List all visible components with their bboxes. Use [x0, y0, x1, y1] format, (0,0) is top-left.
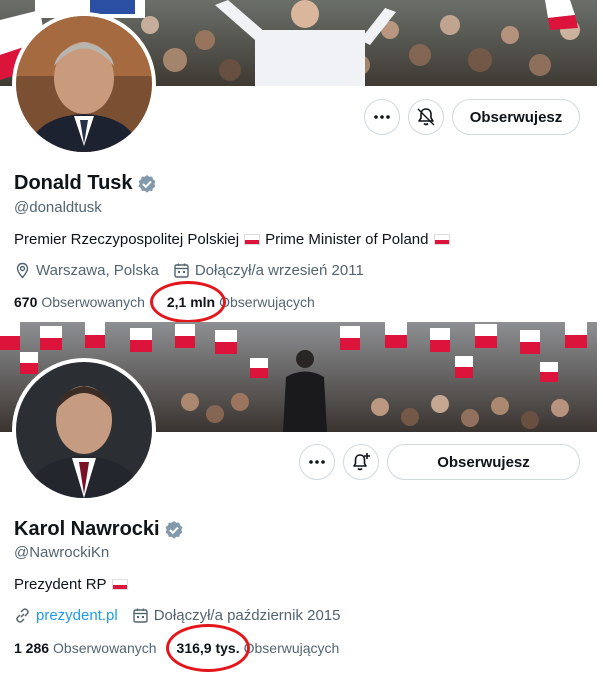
poland-flag-icon — [244, 234, 261, 245]
display-name-text: Karol Nawrocki — [14, 518, 160, 540]
following-count-link[interactable]: 1 286 Obserwowanych — [14, 640, 157, 656]
followers-label: Obserwujących — [219, 294, 315, 310]
following-button-label: Obserwujesz — [469, 108, 563, 126]
display-name-text: Donald Tusk — [14, 172, 133, 194]
following-count: 670 — [14, 294, 38, 310]
more-icon — [309, 460, 325, 464]
location-pin-icon — [16, 262, 29, 279]
following-count: 1 286 — [14, 640, 50, 656]
avatar-photo — [16, 362, 152, 498]
profile-card-nawrocki: Obserwujesz Karol Nawrocki @NawrockiKn P… — [0, 322, 603, 692]
user-handle: @NawrockiKn — [14, 544, 110, 561]
verified-badge-icon[interactable] — [137, 174, 157, 194]
right-edge-strip — [597, 0, 603, 692]
calendar-icon — [133, 608, 148, 623]
followers-count: 316,9 tys. — [176, 640, 240, 656]
display-name: Donald Tusk — [14, 172, 157, 195]
profile-meta: Warszawa, Polska Dołączył/a wrzesień 201… — [14, 262, 364, 279]
more-button[interactable] — [364, 99, 400, 135]
more-icon — [374, 115, 390, 119]
bell-plus-icon — [353, 453, 370, 471]
bio-text-en: Prime Minister of Poland — [265, 231, 429, 248]
followers-count-link[interactable]: 2,1 mln Obserwujących — [167, 294, 315, 310]
user-handle: @donaldtusk — [14, 199, 102, 216]
following-button[interactable]: Obserwujesz — [387, 444, 580, 480]
profile-meta: prezydent.pl Dołączył/a październik 2015 — [14, 607, 341, 624]
poland-flag-icon — [433, 234, 450, 245]
followers-label: Obserwujących — [243, 640, 340, 656]
joined-item: Dołączył/a październik 2015 — [132, 607, 341, 624]
following-button[interactable]: Obserwujesz — [452, 99, 580, 135]
more-button[interactable] — [299, 444, 335, 480]
followers-count-link[interactable]: 316,9 tys. Obserwujących — [177, 640, 340, 656]
follow-stats: 1 286 Obserwowanych 316,9 tys. Obserwują… — [14, 640, 339, 656]
following-count-link[interactable]: 670 Obserwowanych — [14, 294, 145, 310]
followers-count: 2,1 mln — [166, 294, 216, 310]
avatar[interactable] — [12, 358, 156, 502]
following-button-label: Obserwujesz — [437, 453, 530, 471]
bio: Prezydent RP — [14, 576, 128, 593]
following-label: Obserwowanych — [41, 294, 145, 310]
location-item: Warszawa, Polska — [14, 262, 159, 279]
bio-text: Prezydent RP — [14, 576, 107, 593]
location-text: Warszawa, Polska — [36, 262, 159, 279]
display-name: Karol Nawrocki — [14, 518, 184, 541]
notifications-button[interactable] — [343, 444, 379, 480]
joined-item: Dołączył/a wrzesień 2011 — [173, 262, 364, 279]
bell-icon — [417, 108, 435, 126]
website-item[interactable]: prezydent.pl — [14, 607, 118, 624]
joined-text: Dołączył/a wrzesień 2011 — [194, 262, 364, 279]
profile-card-tusk: Obserwujesz Donald Tusk @donaldtusk Prem… — [0, 0, 603, 323]
poland-flag-icon — [111, 579, 128, 590]
bio: Premier Rzeczypospolitej Polskiej Prime … — [14, 231, 450, 248]
following-label: Obserwowanych — [53, 640, 157, 656]
calendar-icon — [174, 263, 189, 278]
avatar-photo — [16, 16, 152, 152]
verified-badge-icon[interactable] — [164, 520, 184, 540]
avatar[interactable] — [12, 12, 156, 156]
follow-stats: 670 Obserwowanych 2,1 mln Obserwujących — [14, 294, 315, 310]
website-link[interactable]: prezydent.pl — [36, 607, 118, 624]
notifications-button[interactable] — [408, 99, 444, 135]
link-icon — [16, 608, 29, 623]
bio-text-pl: Premier Rzeczypospolitej Polskiej — [14, 231, 240, 248]
joined-text: Dołączył/a październik 2015 — [153, 607, 341, 624]
